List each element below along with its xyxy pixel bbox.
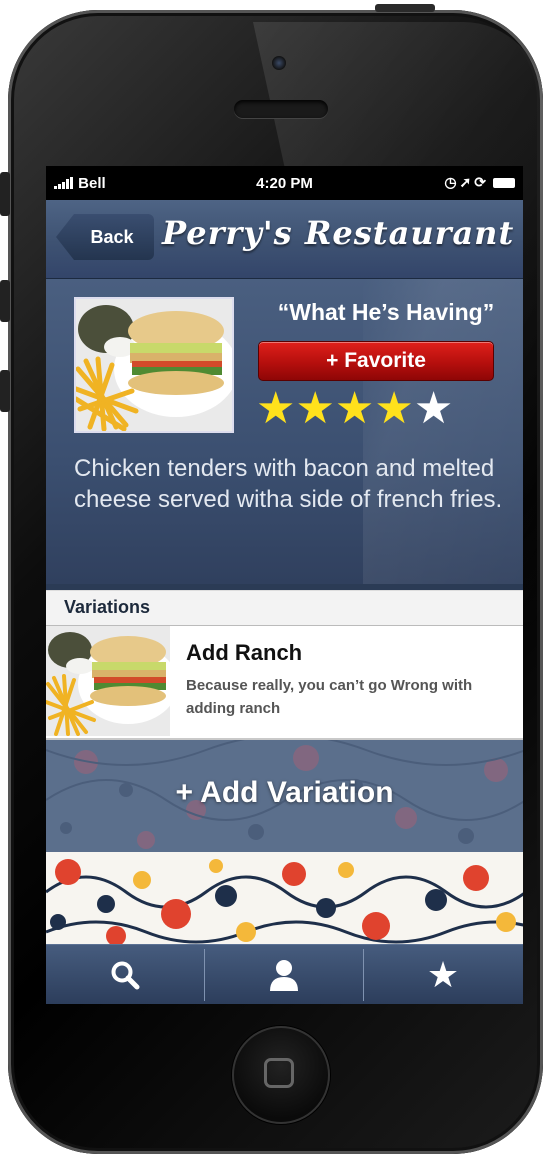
floral-pattern-background: [46, 852, 523, 944]
dish-description: Chicken tenders with bacon and melted ch…: [74, 455, 503, 513]
volume-up-button: [0, 280, 10, 322]
add-variation-label: + Add Variation: [175, 776, 394, 809]
tab-bar: ★: [46, 944, 523, 1004]
variation-photo: [46, 626, 170, 736]
variation-list-item[interactable]: Add Ranch Because really, you can’t go W…: [46, 626, 523, 740]
battery-icon: [493, 178, 515, 189]
variations-label: Variations: [64, 597, 151, 617]
sleep-button: [375, 4, 435, 12]
tab-search[interactable]: [46, 945, 204, 1004]
home-square-icon: [264, 1058, 294, 1088]
favorite-button[interactable]: + Favorite: [258, 341, 494, 381]
star-5-icon[interactable]: ★: [414, 385, 453, 433]
tab-favorites[interactable]: ★: [364, 945, 522, 1004]
location-icon: ➚: [459, 174, 475, 190]
mute-switch: [0, 172, 10, 216]
lock-rotation-icon: ⟳: [474, 174, 489, 190]
front-camera: [272, 56, 286, 70]
search-icon: [111, 961, 140, 990]
star-3-icon[interactable]: ★: [335, 385, 374, 433]
variation-description: Because really, you can’t go Wrong with …: [186, 677, 473, 717]
person-icon: [270, 960, 298, 991]
dish-photo: [74, 297, 234, 433]
dish-detail-panel: “What He’s Having” + Favorite ★★★★★ Chic…: [46, 279, 523, 584]
volume-down-button: [0, 370, 10, 412]
back-button[interactable]: Back: [56, 214, 154, 260]
earpiece-speaker: [234, 100, 328, 118]
star-2-icon[interactable]: ★: [295, 385, 334, 433]
star-icon: ★: [426, 954, 460, 995]
status-icons: ◷➚⟳: [444, 174, 515, 191]
status-bar: Bell 4:20 PM ◷➚⟳: [46, 166, 523, 200]
variations-section-header: Variations: [46, 590, 523, 626]
navigation-bar: Back Perry's Restaurant: [46, 200, 523, 279]
floral-decoration: [46, 852, 523, 944]
clock-icon: ◷: [444, 174, 460, 190]
rating-stars[interactable]: ★★★★★: [256, 385, 516, 433]
add-variation-button[interactable]: + Add Variation: [46, 740, 523, 852]
burger-fries-image: [46, 626, 170, 736]
variation-title: Add Ranch: [186, 640, 303, 665]
app-screen: Bell 4:20 PM ◷➚⟳ Back Perry's Restaurant: [46, 166, 523, 1004]
home-button[interactable]: [232, 1026, 330, 1124]
star-1-icon[interactable]: ★: [256, 385, 295, 433]
burger-fries-image: [76, 299, 232, 431]
dish-title: “What He’s Having”: [277, 299, 495, 325]
tab-profile[interactable]: [205, 945, 363, 1004]
star-4-icon[interactable]: ★: [374, 385, 413, 433]
restaurant-title: Perry's Restaurant: [162, 214, 515, 252]
